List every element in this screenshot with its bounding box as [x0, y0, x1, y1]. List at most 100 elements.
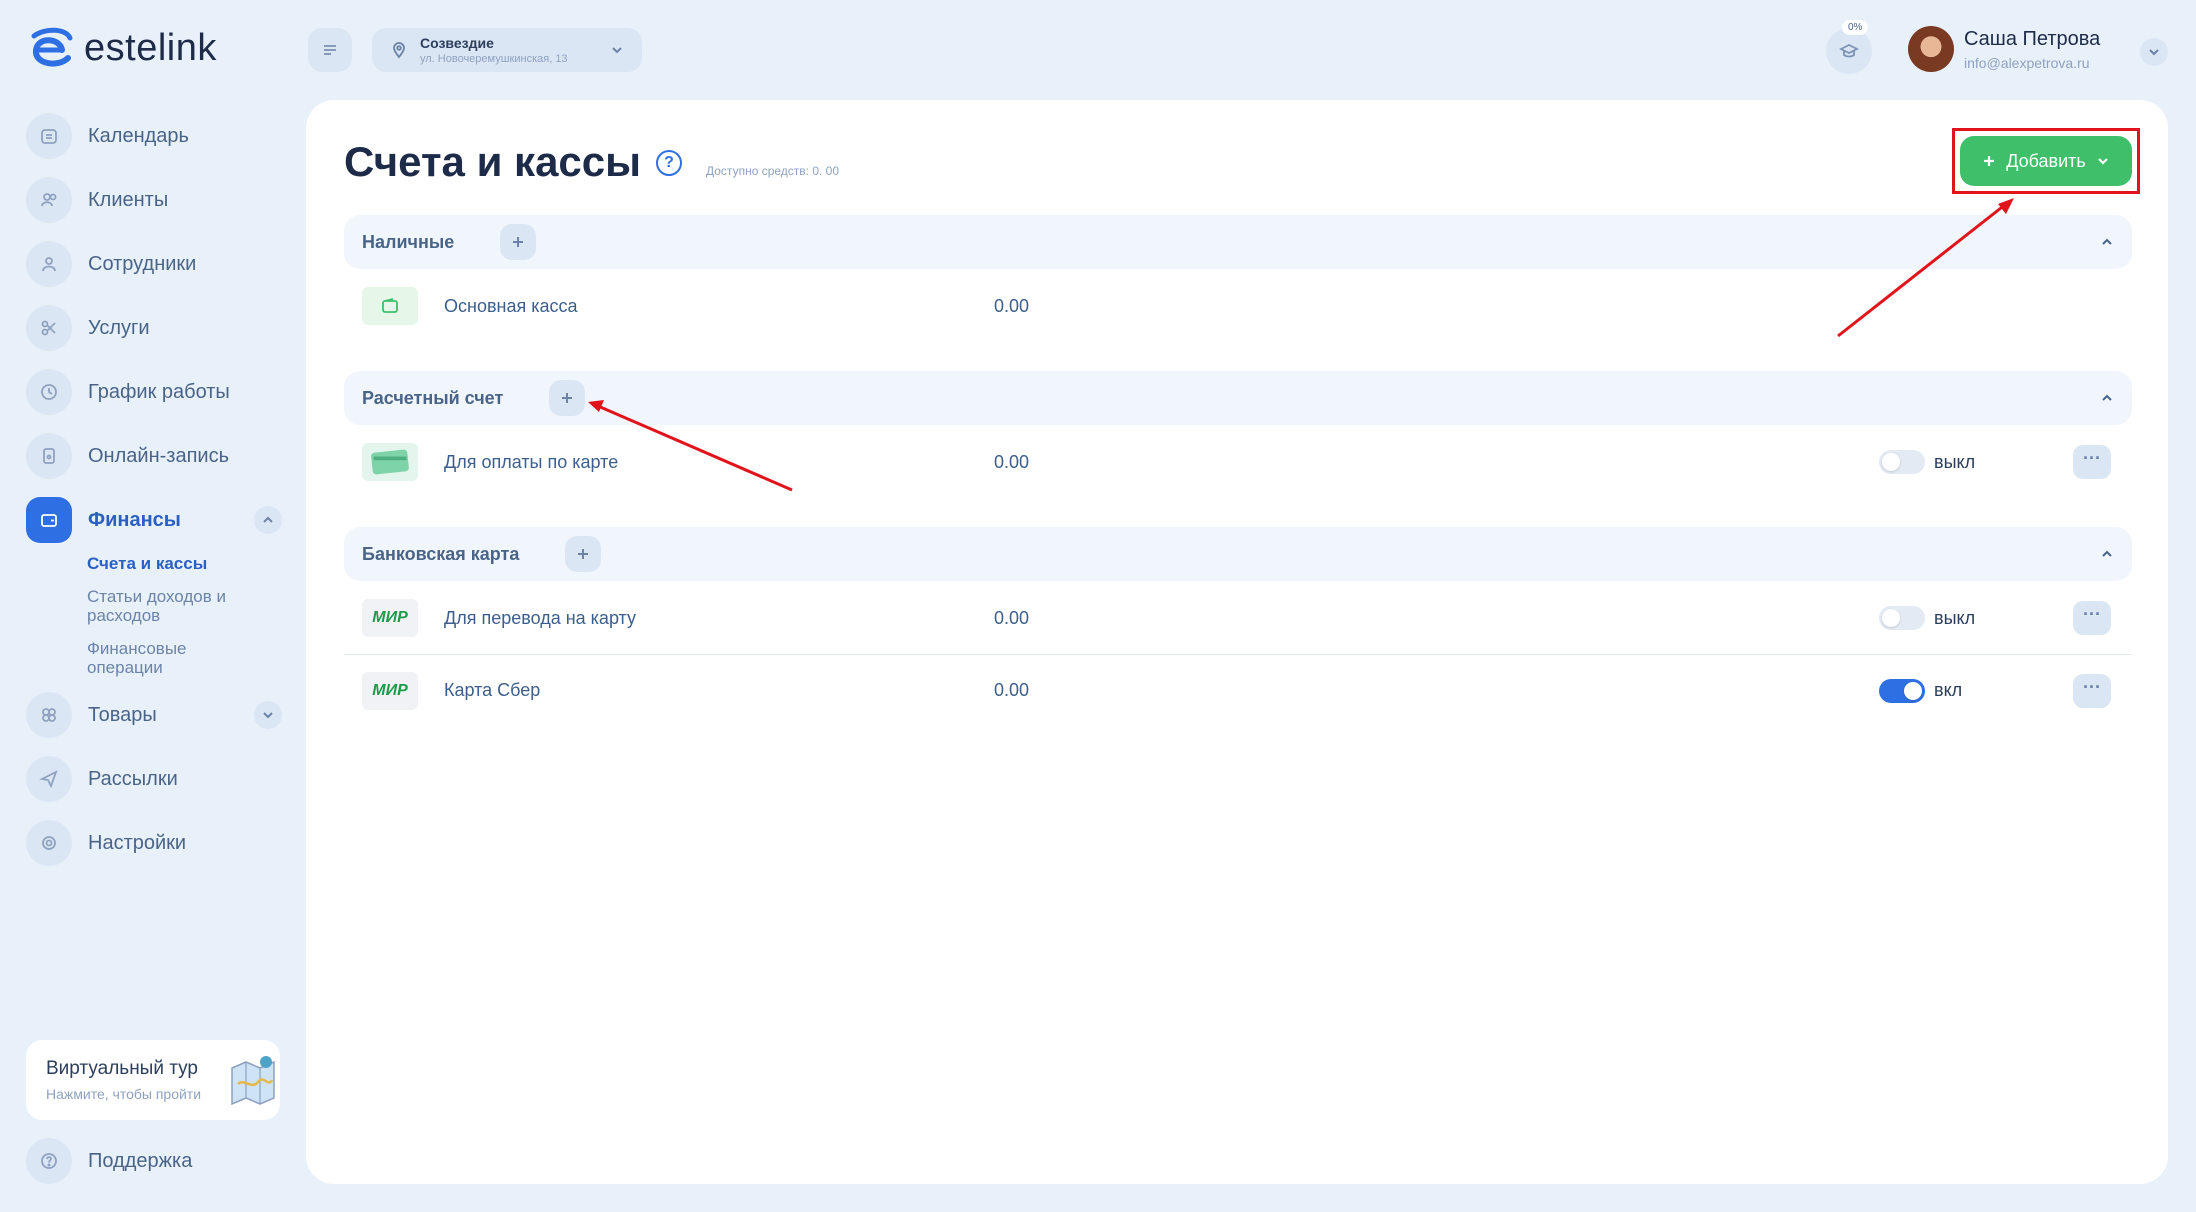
sidebar-item-label: Онлайн-запись: [88, 444, 229, 467]
sidebar-item-schedule[interactable]: График работы: [26, 368, 282, 416]
account-name: Для перевода на карту: [444, 607, 637, 628]
graduation-cap-icon: [1839, 43, 1859, 58]
sidebar-item-label: График работы: [88, 380, 230, 403]
wallet-icon: [362, 287, 418, 325]
sidebar-item-label: Услуги: [88, 316, 150, 339]
staff-icon: [26, 241, 72, 287]
logo-icon: [31, 27, 73, 67]
sidebar-item-services[interactable]: Услуги: [26, 304, 282, 352]
account-amount: 0.00: [994, 680, 1030, 700]
sidebar-item-label: Сотрудники: [88, 252, 197, 275]
account-name: Карта Сбер: [444, 680, 541, 700]
virtual-tour-card[interactable]: Виртуальный тур Нажмите, чтобы пройти: [26, 1040, 280, 1120]
sidebar-item-label: Финансы: [88, 508, 181, 531]
sidebar-item-finance[interactable]: Финансы: [26, 496, 282, 544]
account-toggle[interactable]: [1879, 678, 1925, 703]
clock-icon: [26, 369, 72, 415]
menu-icon: [324, 45, 336, 55]
support-link[interactable]: Поддержка: [26, 1137, 192, 1185]
sidebar-item-mailings[interactable]: Рассылки: [26, 755, 282, 803]
logo-text: estelink: [84, 26, 217, 69]
avatar: [1908, 26, 1954, 72]
user-menu[interactable]: Саша Петрова info@alexpetrova.ru: [1908, 26, 2100, 72]
plus-icon: [562, 393, 573, 403]
more-options-button[interactable]: ···: [2073, 601, 2111, 635]
account-amount: 0.00: [994, 607, 1030, 628]
sidebar-item-label: Рассылки: [88, 767, 178, 790]
clients-icon: [26, 177, 72, 223]
account-row[interactable]: МИР Для перевода на карту 0.00 выкл ···: [344, 582, 2132, 654]
map-icon: [231, 1056, 275, 1106]
sidebar-item-label: Товары: [88, 703, 157, 726]
phone-icon: [26, 433, 72, 479]
account-toggle[interactable]: [1879, 606, 1925, 630]
sidebar-item-label: Клиенты: [88, 188, 169, 211]
chevron-up-icon[interactable]: [2100, 547, 2114, 561]
section-settlement-account[interactable]: Расчетный счет: [344, 371, 2132, 425]
chevron-down-icon: [612, 47, 622, 54]
section-bank-card[interactable]: Банковская карта: [344, 527, 2132, 581]
sidebar-item-calendar[interactable]: Календарь: [26, 112, 282, 160]
account-row[interactable]: МИР Карта Сбер 0.00 вкл ···: [344, 654, 2132, 726]
plus-icon: [578, 549, 589, 559]
plus-icon: [513, 237, 524, 247]
user-name: Саша Петрова: [1964, 27, 2101, 50]
branch-name: Созвездие: [420, 35, 494, 51]
highlight-frame: [1952, 128, 2140, 194]
scissors-icon: [26, 305, 72, 351]
user-menu-chevron[interactable]: [2140, 38, 2168, 66]
menu-toggle-button[interactable]: [308, 28, 352, 72]
page-title: Счета и кассы: [344, 138, 642, 185]
account-name: Основная касса: [444, 295, 578, 316]
sidebar: Календарь Клиенты Сотрудники Услуги Граф…: [26, 112, 282, 883]
sidebar-item-settings[interactable]: Настройки: [26, 819, 282, 867]
section-title: Банковская карта: [362, 543, 520, 564]
toggle-label: вкл: [1934, 680, 1963, 700]
chevron-down-icon[interactable]: [254, 701, 282, 729]
add-account-button[interactable]: [500, 224, 537, 260]
finance-submenu: Счета и кассы Статьи доходов и расходов …: [87, 554, 282, 677]
account-amount: 0.00: [994, 451, 1030, 472]
account-amount: 0.00: [994, 295, 1030, 316]
account-name: Для оплаты по карте: [444, 451, 619, 472]
section-cash[interactable]: Наличные: [344, 215, 2132, 269]
branch-selector[interactable]: Созвездие ул. Новочеремушкинская, 13: [372, 28, 642, 72]
toggle-label: выкл: [1934, 451, 1976, 472]
card-icon: [362, 443, 418, 481]
support-label: Поддержка: [88, 1149, 193, 1172]
section-title: Расчетный счет: [362, 387, 504, 408]
wallet-icon: [26, 497, 72, 543]
add-account-button[interactable]: [565, 536, 602, 572]
send-icon: [26, 756, 72, 802]
submenu-operations[interactable]: Финансовые операции: [87, 639, 257, 677]
account-row[interactable]: Для оплаты по карте 0.00 выкл ···: [344, 426, 2132, 498]
calendar-icon: [26, 113, 72, 159]
section-title: Наличные: [362, 231, 455, 252]
sidebar-item-goods[interactable]: Товары: [26, 691, 282, 739]
sidebar-item-staff[interactable]: Сотрудники: [26, 240, 282, 288]
account-row[interactable]: Основная касса 0.00: [344, 270, 2132, 342]
chevron-up-icon[interactable]: [2100, 391, 2114, 405]
sidebar-item-clients[interactable]: Клиенты: [26, 176, 282, 224]
chevron-down-icon: [2149, 49, 2159, 56]
sidebar-item-online-booking[interactable]: Онлайн-запись: [26, 432, 282, 480]
mir-logo: МИР: [362, 671, 418, 710]
user-email: info@alexpetrova.ru: [1964, 54, 2090, 71]
chevron-up-icon[interactable]: [2100, 235, 2114, 249]
submenu-income-expense[interactable]: Статьи доходов и расходов: [87, 587, 257, 625]
chevron-up-icon[interactable]: [254, 506, 282, 534]
gear-icon: [26, 820, 72, 866]
main-panel: Счета и кассы ? Доступно средств: 0. 00 …: [306, 100, 2168, 1184]
goods-icon: [26, 692, 72, 738]
location-pin-icon: [393, 42, 405, 59]
help-icon[interactable]: ?: [656, 150, 682, 176]
account-toggle[interactable]: [1879, 450, 1925, 474]
more-options-button[interactable]: ···: [2073, 673, 2111, 708]
sidebar-item-label: Настройки: [88, 831, 187, 854]
more-options-button[interactable]: ···: [2073, 445, 2111, 479]
progress-badge: 0%: [1842, 20, 1869, 35]
submenu-accounts[interactable]: Счета и кассы: [87, 554, 257, 573]
app-logo[interactable]: estelink: [26, 26, 217, 70]
mir-logo: МИР: [362, 599, 418, 637]
add-account-button[interactable]: [549, 380, 586, 416]
